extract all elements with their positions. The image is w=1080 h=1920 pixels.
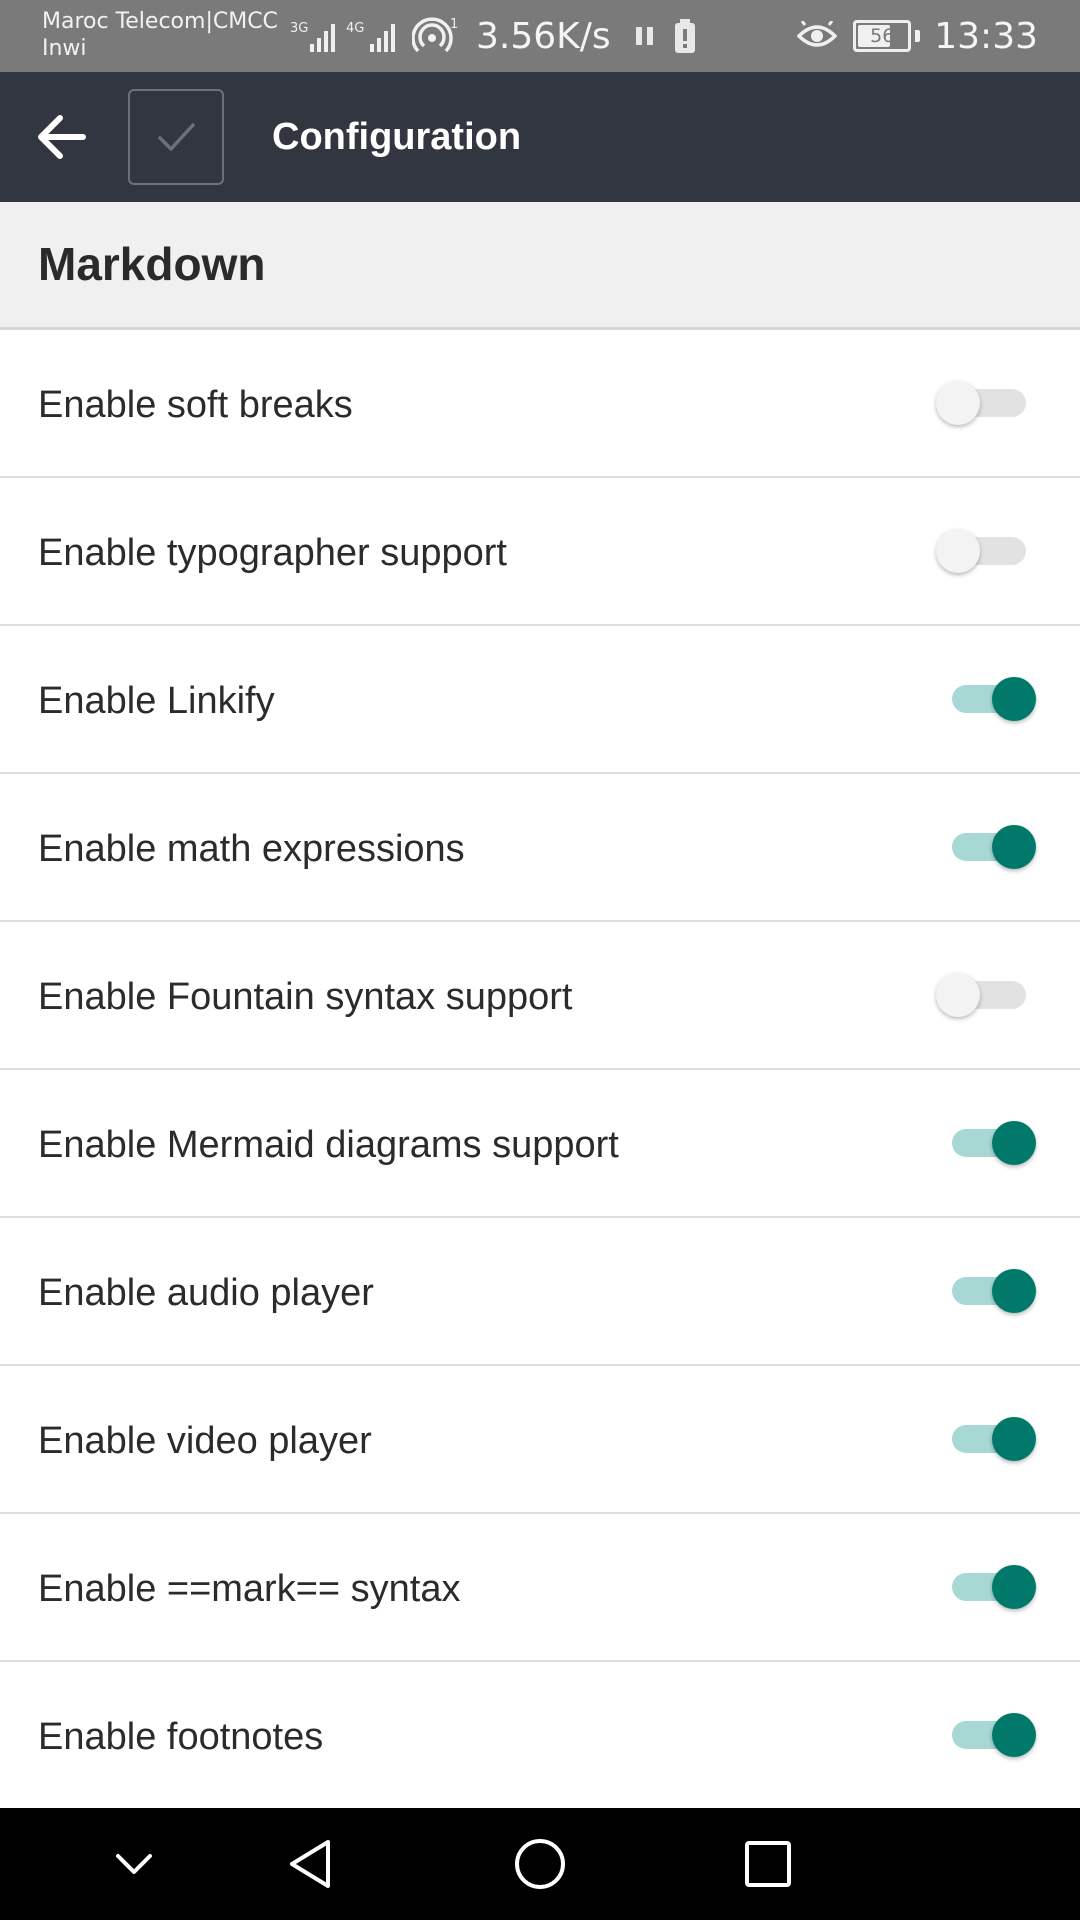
setting-label: Enable video player: [38, 1420, 372, 1462]
eye-icon: [797, 21, 838, 47]
status-bar: Maroc Telecom|CMCC Inwi 3G 4G 1 3.56K/s: [0, 0, 1080, 72]
save-check-button[interactable]: [128, 89, 224, 185]
section-header: Markdown: [0, 202, 1080, 330]
toggle-switch[interactable]: [936, 973, 1036, 1017]
setting-row[interactable]: Enable soft breaks: [0, 330, 1080, 478]
chevron-down-icon: [116, 1854, 152, 1874]
app-toolbar: Configuration: [0, 72, 1080, 202]
network-speed: 3.56K/s: [476, 15, 611, 57]
section-title: Markdown: [38, 238, 266, 290]
signal-3g-icon: 3G: [290, 21, 335, 52]
setting-row[interactable]: Enable Linkify: [0, 626, 1080, 774]
setting-row[interactable]: Enable ==mark== syntax: [0, 1514, 1080, 1662]
setting-row[interactable]: Enable typographer support: [0, 478, 1080, 626]
nav-back-button[interactable]: [274, 1828, 346, 1900]
setting-row[interactable]: Enable Mermaid diagrams support: [0, 1070, 1080, 1218]
battery-level: 56: [870, 25, 895, 47]
toggle-switch[interactable]: [942, 677, 1036, 721]
setting-label: Enable typographer support: [38, 532, 507, 574]
toggle-switch[interactable]: [942, 1565, 1036, 1609]
setting-label: Enable ==mark== syntax: [38, 1568, 461, 1610]
switch-thumb: [936, 973, 980, 1017]
svg-text:4G: 4G: [346, 21, 364, 36]
toggle-switch[interactable]: [936, 529, 1036, 573]
svg-text:1: 1: [450, 17, 458, 32]
toggle-switch[interactable]: [942, 1713, 1036, 1757]
home-circle-icon: [515, 1839, 565, 1889]
switch-thumb: [936, 381, 980, 425]
status-icons-right: 56 13:33: [797, 14, 1038, 58]
hide-nav-button[interactable]: [98, 1828, 170, 1900]
setting-row[interactable]: Enable audio player: [0, 1218, 1080, 1366]
system-nav-bar: [0, 1808, 1080, 1920]
page-title: Configuration: [272, 116, 522, 158]
clock: 13:33: [934, 15, 1038, 57]
back-triangle-icon: [290, 1840, 330, 1888]
switch-thumb: [992, 1417, 1036, 1461]
toggle-switch[interactable]: [942, 1269, 1036, 1313]
back-button[interactable]: [28, 104, 94, 170]
toggle-switch[interactable]: [942, 1417, 1036, 1461]
switch-thumb: [992, 677, 1036, 721]
setting-label: Enable Linkify: [38, 680, 275, 722]
setting-label: Enable math expressions: [38, 828, 465, 870]
switch-thumb: [992, 1713, 1036, 1757]
svg-text:3G: 3G: [290, 21, 308, 36]
battery-icon: 56: [853, 20, 912, 52]
check-icon: [158, 123, 195, 151]
setting-label: Enable Fountain syntax support: [38, 976, 573, 1018]
battery-tip: [915, 30, 921, 42]
toggle-switch[interactable]: [942, 825, 1036, 869]
setting-row[interactable]: Enable Fountain syntax support: [0, 922, 1080, 1070]
setting-row[interactable]: Enable footnotes: [0, 1662, 1080, 1810]
setting-row[interactable]: Enable math expressions: [0, 774, 1080, 922]
carrier-line-2: Inwi: [42, 36, 87, 61]
status-icons-left: 3G 4G 1 3.56K/s: [290, 14, 699, 58]
toggle-switch[interactable]: [942, 1121, 1036, 1165]
nav-recents-button[interactable]: [732, 1828, 804, 1900]
setting-label: Enable Mermaid diagrams support: [38, 1124, 619, 1166]
recents-square-icon: [745, 1841, 791, 1887]
setting-row[interactable]: Enable video player: [0, 1366, 1080, 1514]
toggle-switch[interactable]: [936, 381, 1036, 425]
setting-label: Enable footnotes: [38, 1716, 324, 1758]
nav-home-button[interactable]: [504, 1828, 576, 1900]
switch-thumb: [992, 825, 1036, 869]
setting-label: Enable audio player: [38, 1272, 374, 1314]
pause-icon: [635, 27, 653, 45]
switch-thumb: [992, 1565, 1036, 1609]
carrier-line-1: Maroc Telecom|CMCC: [42, 9, 278, 34]
carrier-info: Maroc Telecom|CMCC Inwi: [42, 8, 292, 62]
settings-list: Enable soft breaks Enable typographer su…: [0, 330, 1080, 1810]
setting-label: Enable soft breaks: [38, 384, 353, 426]
switch-thumb: [992, 1269, 1036, 1313]
alert-icon: [674, 19, 695, 53]
arrow-back-icon: [38, 115, 86, 159]
hotspot-icon: 1: [412, 17, 458, 53]
signal-4g-icon: 4G: [346, 21, 395, 52]
switch-thumb: [936, 529, 980, 573]
switch-thumb: [992, 1121, 1036, 1165]
